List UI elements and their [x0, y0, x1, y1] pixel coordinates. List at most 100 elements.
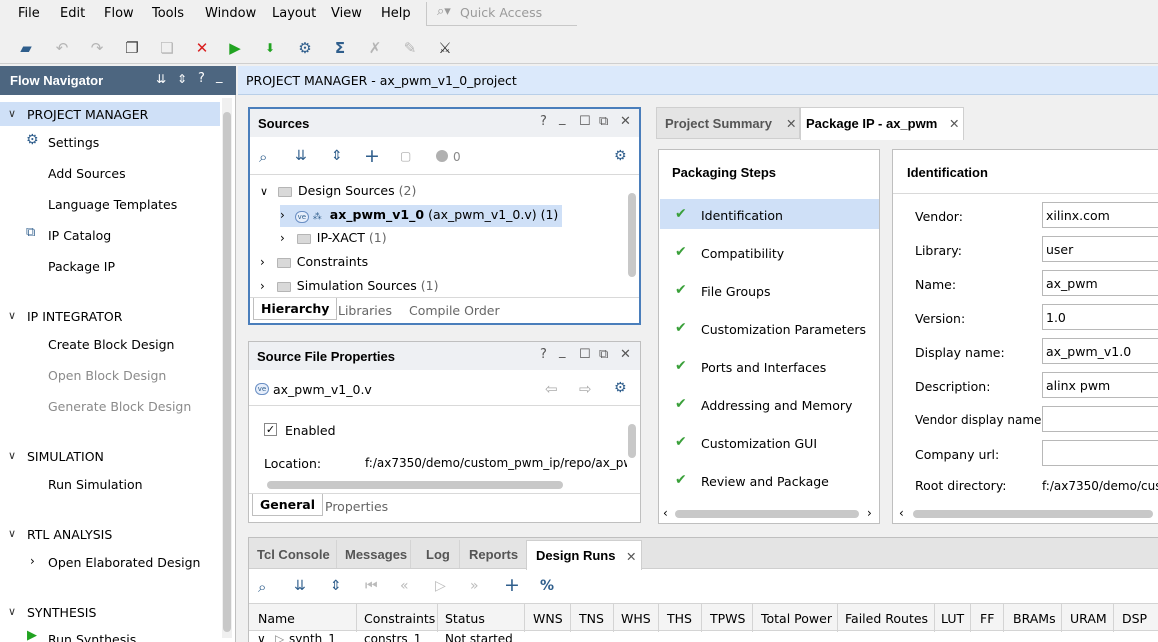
library-field[interactable]: user: [1042, 236, 1158, 262]
first-icon[interactable]: ⏮: [365, 578, 378, 594]
scroll-right-icon[interactable]: ›: [867, 506, 872, 520]
wand-icon[interactable]: ⚔: [435, 38, 455, 58]
nav-item-settings[interactable]: Settings: [48, 135, 99, 150]
generate-bitstream-icon[interactable]: ⬇: [260, 38, 280, 58]
tab-project-summary[interactable]: Project Summary ✕: [656, 107, 800, 139]
copy-icon[interactable]: ❐: [122, 38, 142, 58]
chevron-down-icon[interactable]: ∨: [260, 185, 268, 198]
play-icon[interactable]: ▷: [435, 578, 446, 594]
nav-section-ip-integrator[interactable]: IP INTEGRATOR: [27, 309, 122, 324]
percent-icon[interactable]: %: [540, 578, 554, 594]
col-status[interactable]: Status: [445, 611, 485, 626]
display-name-field[interactable]: ax_pwm_v1.0: [1042, 338, 1158, 364]
step-ports-and-interfaces[interactable]: Ports and Interfaces: [701, 360, 826, 375]
tree-row-constraints[interactable]: › Constraints: [260, 254, 368, 269]
table-row[interactable]: ∨ ▷ synth_1 constrs_1 Not started: [249, 632, 1158, 642]
step-addressing-and-memory[interactable]: Addressing and Memory: [701, 398, 852, 413]
chevron-down-icon[interactable]: ∨: [8, 449, 16, 462]
menu-file[interactable]: File: [18, 6, 40, 21]
tab-package-ip[interactable]: Package IP - ax_pwm ✕: [800, 107, 964, 140]
gear-icon[interactable]: ⚙: [614, 148, 627, 164]
chevron-down-icon[interactable]: ∨: [8, 309, 16, 322]
tab-general[interactable]: General: [252, 494, 323, 516]
description-field[interactable]: alinx pwm: [1042, 372, 1158, 398]
step-identification[interactable]: Identification: [701, 208, 783, 223]
step-file-groups[interactable]: File Groups: [701, 284, 770, 299]
menu-help[interactable]: Help: [381, 6, 411, 21]
nav-section-synthesis[interactable]: SYNTHESIS: [27, 605, 96, 620]
tab-log[interactable]: Log: [426, 547, 450, 562]
scroll-left-icon[interactable]: ‹: [663, 506, 668, 520]
minimize-icon[interactable]: _: [559, 344, 566, 359]
chevron-right-icon[interactable]: ›: [260, 279, 265, 293]
menu-flow[interactable]: Flow: [104, 6, 134, 21]
sources-scrollbar[interactable]: [628, 193, 636, 277]
tab-libraries[interactable]: Libraries: [338, 303, 392, 318]
enabled-checkbox[interactable]: ✓: [264, 423, 277, 436]
flow-navigator-scrollbar[interactable]: [222, 98, 232, 638]
col-uram[interactable]: URAM: [1070, 611, 1107, 626]
expand-all-icon[interactable]: ⇕: [331, 148, 343, 164]
col-brams[interactable]: BRAMs: [1013, 611, 1056, 626]
col-total-power[interactable]: Total Power: [761, 611, 832, 626]
chevron-down-icon[interactable]: ∨: [257, 632, 266, 642]
tab-tcl-console[interactable]: Tcl Console: [257, 547, 330, 562]
tree-row-top-module[interactable]: › ve ⁂ ax_pwm_v1_0 (ax_pwm_v1_0.v) (1): [280, 205, 563, 227]
tab-messages[interactable]: Messages: [345, 547, 407, 562]
col-ff[interactable]: FF: [980, 611, 994, 626]
chevron-right-icon[interactable]: ›: [280, 231, 285, 245]
minimize-icon[interactable]: _: [216, 69, 223, 84]
col-lut[interactable]: LUT: [941, 611, 964, 626]
menu-layout[interactable]: Layout: [272, 6, 316, 21]
properties-scrollbar-v[interactable]: [628, 424, 636, 458]
quick-access-input[interactable]: ⌕▾ Quick Access: [426, 2, 577, 26]
forward-arrow-icon[interactable]: ⇨: [579, 380, 592, 398]
vendor-display-name-field[interactable]: [1042, 406, 1158, 432]
search-icon[interactable]: ⌕: [258, 578, 266, 596]
pencil-disabled-icon[interactable]: ✎: [400, 38, 420, 58]
float-icon[interactable]: ⧉: [599, 347, 608, 362]
nav-item-create-block-design[interactable]: Create Block Design: [48, 337, 174, 352]
tab-reports[interactable]: Reports: [469, 547, 518, 562]
name-field[interactable]: ax_pwm: [1042, 270, 1158, 296]
step-review-and-package[interactable]: Review and Package: [701, 474, 829, 489]
chevron-right-icon[interactable]: ›: [30, 554, 35, 568]
delete-icon[interactable]: ✕: [192, 38, 212, 58]
vendor-field[interactable]: xilinx.com: [1042, 202, 1158, 228]
back-arrow-icon[interactable]: ⇦: [545, 380, 558, 398]
nav-section-project-manager[interactable]: PROJECT MANAGER: [27, 107, 148, 122]
next-icon[interactable]: »: [470, 578, 479, 594]
unknown-file-icon[interactable]: ▢: [400, 149, 411, 163]
maximize-icon[interactable]: ☐: [579, 114, 591, 129]
col-tns[interactable]: TNS: [579, 611, 604, 626]
step-customization-parameters[interactable]: Customization Parameters: [701, 322, 866, 337]
debug-disabled-icon[interactable]: ✗: [365, 38, 385, 58]
collapse-all-icon[interactable]: ⇊: [156, 72, 166, 86]
tab-hierarchy[interactable]: Hierarchy: [253, 298, 338, 320]
chevron-right-icon[interactable]: ›: [260, 255, 265, 269]
nav-item-ip-catalog[interactable]: IP Catalog: [48, 228, 111, 243]
nav-section-simulation[interactable]: SIMULATION: [27, 449, 104, 464]
version-field[interactable]: 1.0: [1042, 304, 1158, 330]
col-failed-routes[interactable]: Failed Routes: [845, 611, 928, 626]
collapse-all-icon[interactable]: ⇊: [295, 148, 307, 164]
run-icon[interactable]: ▶: [225, 38, 245, 58]
chevron-right-icon[interactable]: ›: [280, 208, 285, 222]
search-icon[interactable]: ⌕: [259, 148, 267, 166]
chevron-down-icon[interactable]: ∨: [8, 605, 16, 618]
col-dsp[interactable]: DSP: [1122, 611, 1147, 626]
menu-window[interactable]: Window: [205, 6, 256, 21]
nav-item-add-sources[interactable]: Add Sources: [48, 166, 126, 181]
minimize-icon[interactable]: _: [559, 111, 566, 126]
redo-icon[interactable]: ↷: [87, 38, 107, 58]
paste-icon[interactable]: ❏: [157, 38, 177, 58]
nav-item-open-block-design[interactable]: Open Block Design: [48, 368, 166, 383]
scroll-left-icon[interactable]: ‹: [899, 506, 904, 520]
float-icon[interactable]: ⧉: [599, 114, 608, 129]
help-icon[interactable]: ?: [540, 114, 547, 129]
close-icon[interactable]: ✕: [620, 347, 631, 362]
tab-design-runs[interactable]: Design Runs ✕: [526, 540, 642, 570]
add-run-icon[interactable]: +: [504, 574, 520, 596]
maximize-icon[interactable]: ☐: [579, 347, 591, 362]
settings-gear-icon[interactable]: ⚙: [295, 38, 315, 58]
